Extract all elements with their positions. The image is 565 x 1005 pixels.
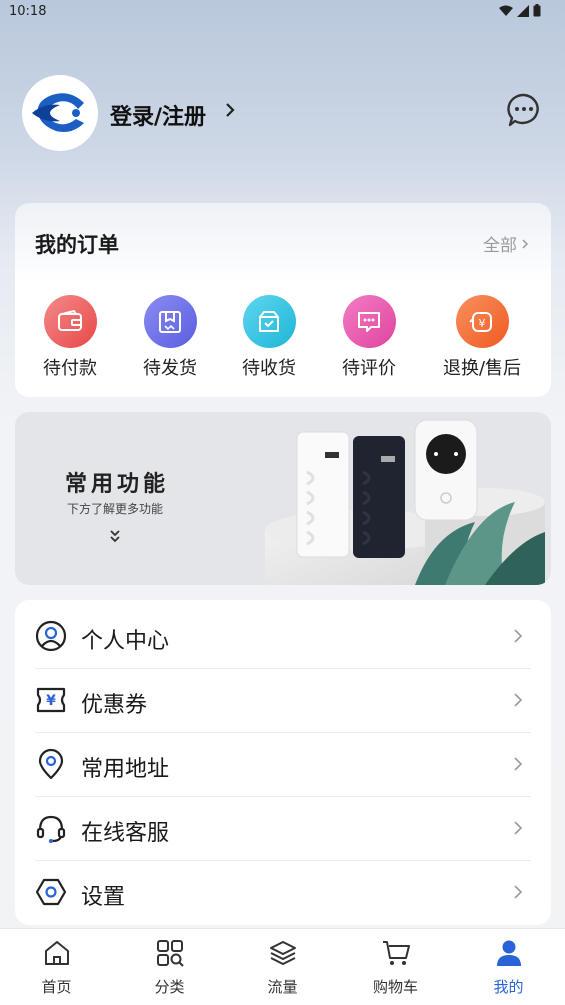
menu-item-coupons[interactable]: ¥ 优惠券 bbox=[35, 668, 531, 732]
order-item-label: 待付款 bbox=[43, 358, 97, 379]
tab-label: 购物车 bbox=[372, 978, 418, 996]
person-icon bbox=[496, 940, 521, 966]
order-pending-shipment[interactable]: 待发货 bbox=[120, 295, 220, 380]
chevron-right-icon bbox=[514, 757, 523, 771]
tab-cart[interactable]: 购物车 bbox=[339, 929, 452, 1005]
order-pending-review[interactable]: 待评价 bbox=[319, 295, 419, 380]
wallet-icon bbox=[43, 295, 97, 348]
brand-logo-icon bbox=[32, 93, 84, 132]
profile-header: 登录/注册 bbox=[22, 75, 542, 151]
menu-item-label: 个人中心 bbox=[81, 629, 170, 654]
signal-icon bbox=[517, 4, 529, 17]
home-icon bbox=[44, 941, 69, 965]
category-icon bbox=[156, 940, 184, 967]
chevron-right-icon bbox=[514, 885, 523, 899]
chevron-right-icon bbox=[514, 693, 523, 707]
avatar[interactable] bbox=[22, 75, 98, 151]
chevron-right-icon bbox=[514, 821, 523, 835]
battery-icon bbox=[533, 4, 541, 17]
comment-icon bbox=[342, 295, 396, 348]
menu-item-settings[interactable]: 设置 bbox=[35, 860, 531, 924]
order-title: 我的订单 bbox=[35, 233, 119, 257]
layers-icon bbox=[269, 941, 296, 966]
svg-text:¥: ¥ bbox=[46, 693, 56, 709]
settings-icon bbox=[35, 878, 67, 906]
order-pending-receipt[interactable]: 待收货 bbox=[219, 295, 319, 380]
status-time: 10:18 bbox=[9, 4, 47, 19]
chevron-right-icon bbox=[522, 238, 529, 249]
features-banner[interactable]: 常用功能 下方了解更多功能 bbox=[15, 412, 551, 585]
coupon-icon: ¥ bbox=[36, 687, 66, 713]
tab-category[interactable]: 分类 bbox=[113, 929, 226, 1005]
cart-icon bbox=[382, 941, 410, 965]
chevron-right-icon bbox=[514, 629, 523, 643]
tab-label: 流量 bbox=[267, 978, 298, 996]
order-pending-payment[interactable]: 待付款 bbox=[20, 295, 120, 380]
message-icon[interactable] bbox=[506, 92, 542, 128]
menu-item-label: 在线客服 bbox=[81, 821, 170, 846]
refund-icon: ¥ bbox=[455, 295, 509, 348]
all-orders-label: 全部 bbox=[483, 236, 517, 256]
menu-item-label: 常用地址 bbox=[81, 757, 170, 782]
menu-card: 个人中心 ¥ 优惠券 常用地址 在线客服 设置 bbox=[15, 600, 551, 925]
banner-subtitle: 下方了解更多功能 bbox=[67, 502, 164, 516]
tab-label: 分类 bbox=[154, 978, 185, 996]
chevron-right-icon bbox=[226, 103, 235, 117]
login-register-link[interactable]: 登录/注册 bbox=[110, 99, 206, 131]
order-status-list: 待付款 待发货 待收货 待评价 ¥ 退换/售后 bbox=[15, 295, 551, 395]
tab-mine[interactable]: 我的 bbox=[452, 929, 565, 1005]
order-item-label: 待评价 bbox=[342, 358, 396, 379]
headset-icon bbox=[36, 815, 66, 843]
menu-item-customer-service[interactable]: 在线客服 bbox=[35, 796, 531, 860]
user-circle-icon bbox=[35, 620, 67, 652]
status-bar: 10:18 bbox=[0, 0, 565, 24]
menu-item-addresses[interactable]: 常用地址 bbox=[35, 732, 531, 796]
menu-item-label: 设置 bbox=[81, 885, 126, 910]
order-refund-aftersale[interactable]: ¥ 退换/售后 bbox=[432, 295, 532, 380]
tab-label: 我的 bbox=[493, 978, 524, 996]
status-icons bbox=[499, 4, 541, 17]
order-item-label: 待收货 bbox=[242, 358, 296, 379]
wifi-icon bbox=[499, 5, 513, 16]
bottom-tab-bar: 首页 分类 流量 购物车 我的 bbox=[0, 928, 565, 1005]
svg-text:¥: ¥ bbox=[479, 317, 486, 330]
order-card: 我的订单 全部 待付款 待发货 待收货 待评价 ¥ 退换/售后 bbox=[15, 203, 551, 397]
double-chevron-down-icon bbox=[110, 530, 120, 543]
box-check-icon bbox=[242, 295, 296, 348]
tab-home[interactable]: 首页 bbox=[0, 929, 113, 1005]
tab-data-traffic[interactable]: 流量 bbox=[226, 929, 339, 1005]
all-orders-link[interactable]: 全部 bbox=[483, 231, 529, 256]
product-image bbox=[265, 419, 545, 585]
location-pin-icon bbox=[38, 748, 64, 780]
order-item-label: 退换/售后 bbox=[442, 358, 522, 379]
banner-title: 常用功能 bbox=[65, 472, 170, 497]
tab-label: 首页 bbox=[41, 978, 72, 996]
menu-item-personal-center[interactable]: 个人中心 bbox=[35, 604, 531, 668]
package-icon bbox=[143, 295, 197, 348]
order-item-label: 待发货 bbox=[143, 358, 197, 379]
menu-item-label: 优惠券 bbox=[81, 693, 148, 718]
